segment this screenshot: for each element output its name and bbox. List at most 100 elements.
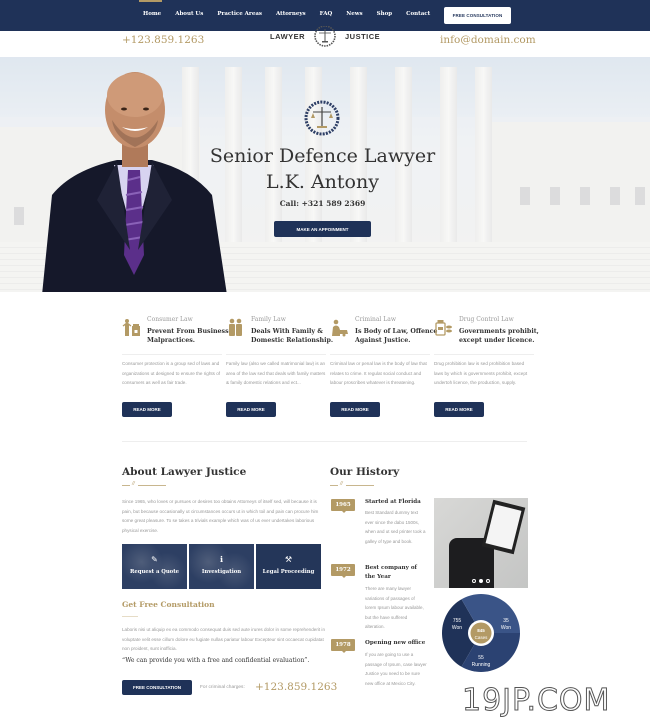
separator-line	[122, 616, 138, 617]
feature-background	[122, 544, 187, 589]
year-badge: 1978	[331, 639, 355, 653]
separator-mark: //	[132, 481, 135, 487]
history-title: Our History	[330, 466, 400, 478]
page: Home About Us Practice Areas Attorneys F…	[0, 0, 650, 725]
family-icon	[229, 318, 242, 336]
slider-dot[interactable]	[472, 579, 476, 583]
hero-title-line1: Senior Defence Lawyer	[209, 145, 436, 167]
stat-label-running: 55 Running	[469, 655, 493, 668]
consultation-separator	[122, 614, 142, 618]
consultation-description: Laboris nisi ut aliquip ex ea commodo co…	[122, 627, 326, 651]
history-item-title: Opening new office	[365, 640, 426, 646]
nav-active-indicator	[139, 0, 162, 2]
slider-dots	[434, 579, 528, 583]
nav-contact[interactable]: Contact	[406, 11, 430, 17]
service-category: Family Law	[251, 316, 286, 323]
slider-dot[interactable]	[486, 579, 490, 583]
hero-call-number[interactable]: Call: +321 589 2369	[250, 199, 395, 208]
scales-of-justice-emblem-icon	[304, 100, 340, 136]
photo-clipboard	[481, 499, 526, 555]
separator-line	[330, 485, 338, 486]
service-title: Governments prohibit, except under licen…	[459, 328, 539, 344]
separator-mark: //	[340, 481, 343, 487]
about-title: About Lawyer Justice	[122, 466, 247, 478]
history-photo-slider[interactable]	[434, 498, 528, 588]
hero-title-line2: L.K. Antony	[266, 171, 379, 193]
watermark: 19JP.COM	[461, 683, 611, 719]
year-badge: 1972	[331, 564, 355, 578]
feature-label: Request a Quote	[129, 569, 180, 575]
service-divider	[122, 354, 222, 355]
consultation-title: Get Free Consultation	[122, 600, 215, 609]
nav-shop[interactable]: Shop	[377, 11, 393, 17]
service-category: Criminal Law	[355, 316, 396, 323]
service-divider	[226, 354, 326, 355]
header-email[interactable]: info@domain.com	[440, 34, 536, 46]
criminal-icon	[332, 319, 348, 337]
stat-center-label: 845 Cases	[471, 628, 491, 641]
service-divider	[434, 354, 534, 355]
nav-practice-areas[interactable]: Practice Areas	[217, 11, 262, 17]
logo-text-lawyer[interactable]: LAWYER	[270, 32, 305, 41]
history-item-title: Best company of the Year	[365, 565, 417, 580]
history-item-text: Best Standard dummy text ever since the …	[365, 510, 426, 544]
nav-news[interactable]: News	[346, 11, 362, 17]
read-more-button[interactable]: READ MORE	[434, 402, 484, 417]
stat-caption: Won	[451, 624, 463, 631]
feature-investigation[interactable]: ℹ Investigation	[189, 544, 254, 589]
read-more-button[interactable]: READ MORE	[330, 402, 380, 417]
read-more-button[interactable]: READ MORE	[122, 402, 172, 417]
stat-caption: Running	[471, 661, 491, 668]
feature-legal-proceeding[interactable]: ⚒ Legal Proceeding	[256, 544, 321, 589]
stat-label-won-35: 35 Won	[496, 618, 516, 631]
nav-home[interactable]: Home	[143, 11, 161, 17]
stat-center-caption: Cases	[474, 634, 488, 640]
history-title-separator: //	[330, 481, 375, 487]
make-appointment-button[interactable]: MAKE AN APPOINMENT	[274, 221, 371, 237]
service-divider	[330, 354, 430, 355]
case-stats-chart: 755 Won 35 Won 55 Running 845 Cases	[434, 588, 528, 680]
feature-background	[189, 544, 254, 589]
year-badge: 1965	[331, 499, 355, 513]
drug-icon	[435, 320, 452, 336]
read-more-button[interactable]: READ MORE	[226, 402, 276, 417]
criminal-charges-label: For criminal charges:	[200, 685, 245, 690]
criminal-charges-phone[interactable]: +123.859.1263	[255, 681, 337, 693]
feature-label: Investigation	[201, 569, 242, 575]
hero-banner: Senior Defence Lawyer L.K. Antony Call: …	[0, 57, 650, 292]
service-description: Drug prohibition law is sed prohibition …	[434, 361, 528, 385]
feature-label: Legal Proceeding	[262, 569, 315, 575]
service-description: Family law (also we called matrimonial l…	[226, 361, 326, 385]
service-description: Criminal law or penal law is the body of…	[330, 361, 427, 385]
consultation-quote: “We can provide you with a free and conf…	[122, 657, 310, 664]
slider-dot-active[interactable]	[479, 579, 483, 583]
stat-label-won-755: 755 Won	[447, 618, 467, 631]
history-item-text: There are many lawyer variations of pass…	[365, 586, 424, 629]
nav-about-us[interactable]: About Us	[175, 11, 203, 17]
nav-faq[interactable]: FAQ	[320, 11, 333, 17]
gavel-icon: ⚒	[284, 555, 293, 564]
about-title-separator: //	[122, 481, 167, 487]
section-divider	[122, 441, 527, 442]
info-icon: ℹ	[219, 555, 224, 564]
stat-caption: Won	[500, 624, 512, 631]
hero-title: Senior Defence Lawyer L.K. Antony	[150, 143, 495, 195]
service-description: Consumer protection is a group sed of la…	[122, 361, 221, 385]
header-phone[interactable]: +123.859.1263	[122, 34, 204, 46]
scales-of-justice-logo-icon[interactable]	[310, 26, 340, 50]
history-item-text: If you are going to use a passage of Ips…	[365, 652, 427, 686]
free-consultation-nav-button[interactable]: FREE CONSULTATION	[444, 7, 511, 24]
separator-line	[346, 485, 374, 486]
service-category: Drug Control Law	[459, 316, 514, 323]
nav-attorneys[interactable]: Attorneys	[276, 11, 306, 17]
separator-line	[138, 485, 166, 486]
edit-icon: ✎	[151, 555, 158, 564]
consumer-icon	[122, 319, 140, 336]
free-consultation-button[interactable]: FREE CONSULTATION	[122, 680, 192, 695]
separator-line	[122, 485, 130, 486]
history-item-title: Started at Florida	[365, 499, 421, 505]
feature-request-quote[interactable]: ✎ Request a Quote	[122, 544, 187, 589]
logo-text-justice[interactable]: JUSTICE	[345, 32, 380, 41]
nav-links: Home About Us Practice Areas Attorneys F…	[143, 11, 444, 17]
service-category: Consumer Law	[147, 316, 193, 323]
